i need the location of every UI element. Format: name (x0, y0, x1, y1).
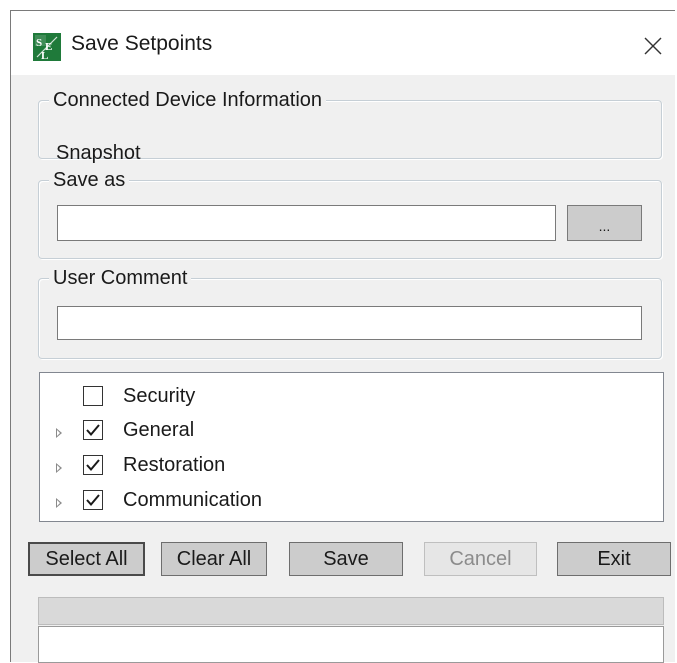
svg-text:S: S (36, 37, 42, 49)
user-comment-legend: User Comment (49, 267, 192, 290)
window-title: Save Setpoints (71, 32, 213, 55)
device-info-group: Connected Device Information Snapshot (38, 89, 662, 164)
clear-all-label: Clear All (176, 547, 252, 570)
expand-arrow-icon[interactable] (56, 428, 62, 438)
select-all-label: Select All (45, 547, 128, 570)
save-button[interactable]: Save (289, 542, 403, 576)
browse-button-label: ... (598, 218, 611, 234)
select-all-button[interactable]: Select All (28, 542, 145, 576)
checkbox-general[interactable] (83, 420, 103, 440)
tree-item-label: Communication (123, 489, 262, 511)
tree-item-security[interactable]: Security (40, 385, 663, 415)
checkbox-security[interactable] (83, 386, 103, 406)
title-bar[interactable]: S E L Save Setpoints (11, 11, 675, 75)
exit-button[interactable]: Exit (557, 542, 671, 576)
save-setpoints-dialog: S E L Save Setpoints Connected Device In… (10, 10, 675, 663)
tree-item-restoration[interactable]: Restoration (40, 454, 663, 484)
cancel-button[interactable]: Cancel (424, 542, 537, 576)
status-box (38, 626, 664, 663)
tree-item-general[interactable]: General (40, 419, 663, 449)
close-button[interactable] (636, 29, 670, 63)
save-as-legend: Save as (49, 169, 130, 192)
tree-item-communication[interactable]: Communication (40, 489, 663, 519)
tree-item-label: Restoration (123, 454, 226, 476)
progress-bar (38, 597, 664, 625)
checkbox-communication[interactable] (83, 490, 103, 510)
checkbox-restoration[interactable] (83, 455, 103, 475)
cancel-label: Cancel (449, 547, 512, 570)
close-icon (644, 37, 662, 55)
tree-item-label: Security (123, 385, 196, 407)
expand-arrow-icon[interactable] (56, 498, 62, 508)
exit-label: Exit (597, 547, 631, 570)
browse-button[interactable]: ... (567, 205, 642, 241)
sel-logo-icon: S E L (33, 33, 61, 61)
save-as-input[interactable] (57, 205, 556, 241)
clear-all-button[interactable]: Clear All (161, 542, 267, 576)
tree-item-label: General (123, 419, 195, 441)
expand-arrow-icon[interactable] (56, 463, 62, 473)
setpoint-tree[interactable]: Security General Restoration Communicati… (39, 372, 664, 522)
checkmark-icon (86, 424, 100, 437)
save-label: Save (323, 547, 369, 570)
device-info-legend: Connected Device Information (49, 89, 327, 112)
checkmark-icon (86, 494, 100, 507)
device-info-value: Snapshot (56, 142, 141, 164)
checkmark-icon (86, 459, 100, 472)
user-comment-input[interactable] (57, 306, 642, 340)
